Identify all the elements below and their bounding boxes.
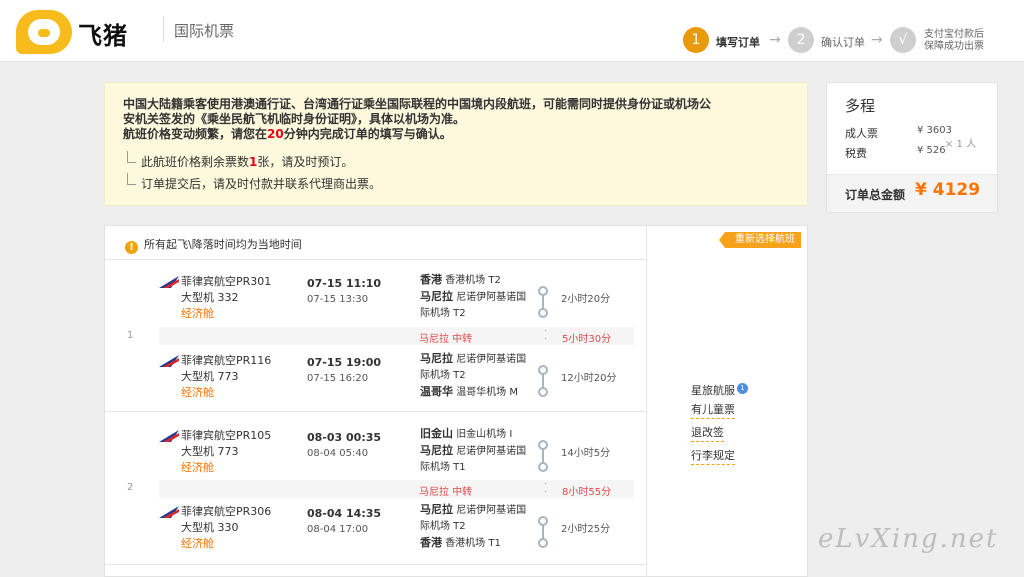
aircraft: 大型机 773 (181, 445, 239, 458)
airline-logo-icon (159, 355, 179, 367)
notice-box: 中国大陆籍乘客使用港澳通行证、台湾通行证乘坐国际联程的中国境内段航班，可能需同时… (104, 82, 808, 206)
info-icon: ! (125, 241, 138, 254)
trip-index: 2 (127, 482, 134, 493)
step-label-line2: 保障成功出票 (924, 41, 984, 52)
timezone-note: ! 所有起飞\降落时间均为当地时间 (125, 236, 302, 254)
notice-payment: 订单提交后，请及时付款并联系代理商出票。 (123, 173, 381, 195)
price-summary: 多程 成人票 ¥ 3603 税费 ¥ 526 × 1 人 订单总金额 ¥ 412… (826, 82, 998, 213)
flight-segment: 菲律宾航空PR116 大型机 773 经济舱 07-15 19:00 07-15… (105, 347, 646, 403)
route-icon (538, 286, 548, 318)
arrow-right-icon: → (769, 32, 781, 48)
step-number: 1 (683, 27, 709, 53)
airline-flight: 菲律宾航空PR301 (181, 275, 272, 288)
destination-airport: 温哥华 温哥华机场 M (420, 385, 518, 398)
destination-airport: 香港 香港机场 T1 (420, 536, 501, 549)
destination-airport: 马尼拉 尼诺伊阿基诺国 (420, 290, 527, 303)
cabin-class: 经济舱 (181, 307, 214, 320)
transfer-duration: 5小时30分 (562, 334, 612, 345)
flight-duration: 12小时20分 (561, 373, 617, 384)
route-icon (538, 365, 548, 397)
transfer-info: 马尼拉 中转 · · 8小时55分 (159, 480, 634, 498)
flight-duration: 2小时25分 (561, 524, 611, 535)
airline-logo-icon (159, 276, 179, 288)
route-icon (538, 440, 548, 472)
order-total-label: 订单总金额 (845, 188, 906, 202)
departure-time: 07-15 19:00 (307, 356, 382, 369)
step-label: 填写订单 (716, 36, 760, 49)
origin-airport: 马尼拉 尼诺伊阿基诺国 (420, 503, 527, 516)
step-label-line1: 支付宝付款后 (924, 29, 984, 40)
cabin-class: 经济舱 (181, 461, 214, 474)
aircraft: 大型机 332 (181, 291, 239, 304)
tax-label: 税费 (845, 147, 867, 160)
child-ticket-link[interactable]: 有儿童票 (691, 402, 735, 419)
arrival-time: 07-15 13:30 (307, 294, 369, 305)
info-badge-icon: 1 (737, 383, 748, 394)
flight-details: ! 所有起飞\降落时间均为当地时间 重新选择航班 1 菲律宾航空PR301 大型机… (104, 225, 808, 577)
logo-text: 飞猪 (78, 22, 128, 50)
watermark: eLvXing.net (818, 524, 999, 554)
cabin-class: 经济舱 (181, 537, 214, 550)
alliance-service: 星旅航服 1 (691, 380, 748, 402)
transfer-city: 马尼拉 中转 (419, 487, 473, 498)
adult-fare-label: 成人票 (845, 127, 878, 140)
arrival-time: 08-04 17:00 (307, 524, 369, 535)
flight-segment: 菲律宾航空PR306 大型机 330 经济舱 08-04 14:35 08-04… (105, 498, 646, 554)
transfer-duration: 8小时55分 (562, 487, 612, 498)
order-total: 订单总金额 ¥ 4129 (827, 174, 997, 212)
transfer-city: 马尼拉 中转 (419, 334, 473, 345)
airline-logo-icon (159, 430, 179, 442)
flight-duration: 2小时20分 (561, 294, 611, 305)
airline-flight: 菲律宾航空PR116 (181, 354, 272, 367)
step-label: 确认订单 (821, 36, 865, 49)
origin-airport: 旧金山 旧金山机场 I (420, 427, 513, 440)
trip-index: 1 (127, 330, 134, 341)
airline-flight: 菲律宾航空PR105 (181, 429, 272, 442)
flight-segment: 菲律宾航空PR301 大型机 332 经济舱 07-15 11:10 07-15… (105, 268, 646, 324)
airline-flight: 菲律宾航空PR306 (181, 505, 272, 518)
tax-value: ¥ 526 (917, 145, 946, 156)
trip-type: 多程 (845, 97, 876, 115)
origin-airport: 香港 香港机场 T2 (420, 273, 501, 286)
reselect-flight-button[interactable]: 重新选择航班 (719, 232, 801, 248)
notice-list: 此航班价格剩余票数1张，请及时预订。 订单提交后，请及时付款并联系代理商出票。 (123, 151, 381, 195)
order-total-value: ¥ 4129 (915, 180, 981, 200)
notice-id-requirement-2: 安机关签发的《乘坐民航飞机临时身份证明》，具体以机场为准。 (123, 112, 466, 126)
notice-time-limit: 航班价格变动频繁，请您在20分钟内完成订单的填写与确认。 (123, 127, 452, 141)
step-number: 2 (788, 27, 814, 53)
departure-time: 07-15 11:10 (307, 277, 382, 290)
flight-side-links: 星旅航服 1 有儿童票 退改签 行李规定 (691, 380, 748, 471)
passenger-multiplier: × 1 人 (945, 139, 977, 150)
arrival-time: 08-04 05:40 (307, 448, 369, 459)
origin-airport: 马尼拉 尼诺伊阿基诺国 (420, 352, 527, 365)
cabin-class: 经济舱 (181, 386, 214, 399)
aircraft: 大型机 773 (181, 370, 239, 383)
arrival-time: 07-15 16:20 (307, 373, 369, 384)
header: 飞猪 国际机票 1 填写订单 → 2 确认订单 → √ 支付宝付款后 保障成功出… (0, 0, 1024, 62)
aircraft: 大型机 330 (181, 521, 239, 534)
refund-change-link[interactable]: 退改签 (691, 425, 724, 442)
header-divider (163, 16, 164, 42)
pig-logo-icon (16, 10, 72, 54)
baggage-rules-link[interactable]: 行李规定 (691, 448, 735, 465)
transfer-info: 马尼拉 中转 · · 5小时30分 (159, 327, 634, 345)
notice-id-requirement: 中国大陆籍乘客使用港澳通行证、台湾通行证乘坐国际联程的中国境内段航班，可能需同时… (123, 97, 712, 111)
destination-airport: 马尼拉 尼诺伊阿基诺国 (420, 444, 527, 457)
flight-duration: 14小时5分 (561, 448, 611, 459)
page-subtitle: 国际机票 (174, 22, 235, 40)
arrow-right-icon: → (871, 32, 883, 48)
airline-logo-icon (159, 506, 179, 518)
departure-time: 08-04 14:35 (307, 507, 382, 520)
flight-segment: 菲律宾航空PR105 大型机 773 经济舱 08-03 00:35 08-04… (105, 422, 646, 478)
route-icon (538, 516, 548, 548)
check-icon: √ (890, 27, 916, 53)
notice-tickets-left: 此航班价格剩余票数1张，请及时预订。 (123, 151, 381, 173)
fliggy-logo[interactable]: 飞猪 (16, 10, 131, 54)
departure-time: 08-03 00:35 (307, 431, 382, 444)
